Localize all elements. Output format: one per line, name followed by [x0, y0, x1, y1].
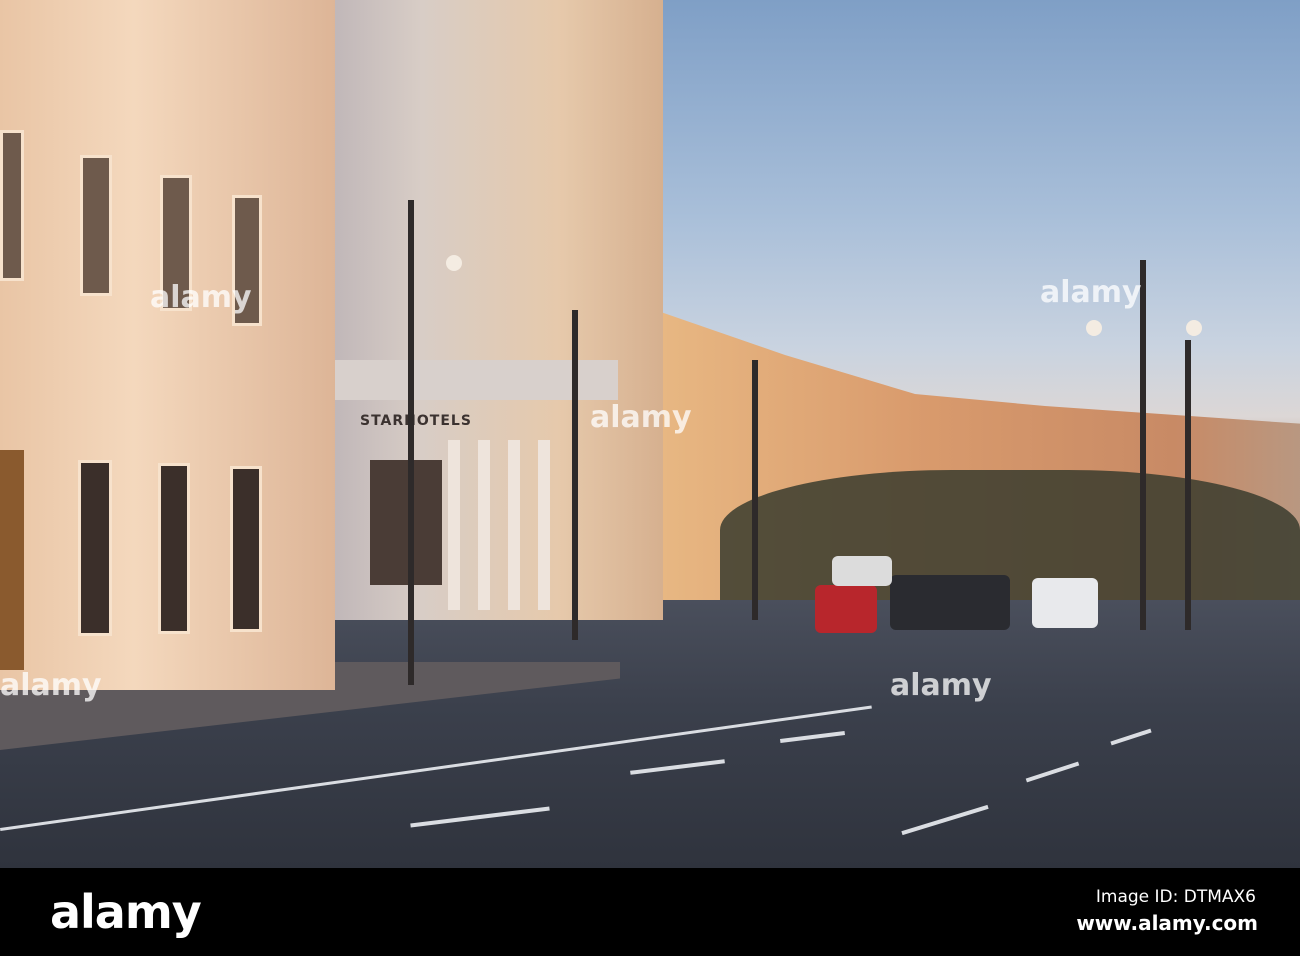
window — [78, 460, 112, 636]
lamp-globe — [446, 255, 462, 271]
site-url: www.alamy.com — [1076, 911, 1258, 935]
lamp-globe — [1186, 320, 1202, 336]
watermark: alamy — [1040, 275, 1142, 310]
column — [508, 440, 520, 610]
lamp-globe — [1086, 320, 1102, 336]
image-id: Image ID: DTMAX6 — [1095, 887, 1256, 907]
street-lamp — [1140, 260, 1146, 630]
van — [832, 556, 892, 586]
window — [230, 466, 262, 632]
alamy-logo: alamy — [50, 885, 202, 939]
hotel-building — [318, 0, 663, 620]
watermark: alamy — [150, 280, 252, 315]
watermark: alamy — [590, 400, 692, 435]
street-lamp — [752, 360, 758, 620]
street-lamp — [1185, 340, 1191, 630]
trees — [720, 470, 1300, 620]
street-lamp — [408, 200, 414, 685]
door — [0, 450, 24, 670]
street-lamp — [572, 310, 578, 640]
column — [478, 440, 490, 610]
window — [80, 155, 112, 296]
column — [538, 440, 550, 610]
column — [448, 440, 460, 610]
hotel-sign: STARHOTELS — [360, 413, 472, 429]
watermark: alamy — [0, 668, 102, 703]
car — [1032, 578, 1098, 628]
hotel-entrance — [370, 460, 442, 585]
street-photo: STARHOTELS alamy alamy alamy alamy alamy — [0, 0, 1300, 868]
window — [158, 463, 190, 634]
left-building — [0, 0, 335, 690]
window — [0, 130, 24, 281]
watermark: alamy — [890, 668, 992, 703]
scooters — [890, 575, 1010, 630]
car — [815, 585, 877, 633]
